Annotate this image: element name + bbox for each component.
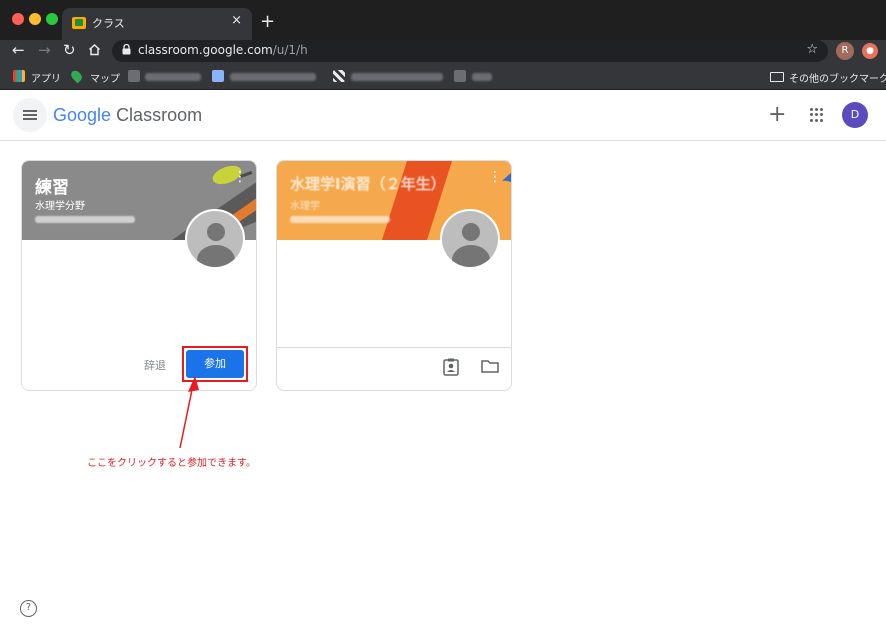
- help-button[interactable]: ?: [20, 600, 37, 617]
- annotation-arrow: [179, 376, 199, 449]
- annotation-text: ここをクリックすると参加できます。: [87, 458, 256, 469]
